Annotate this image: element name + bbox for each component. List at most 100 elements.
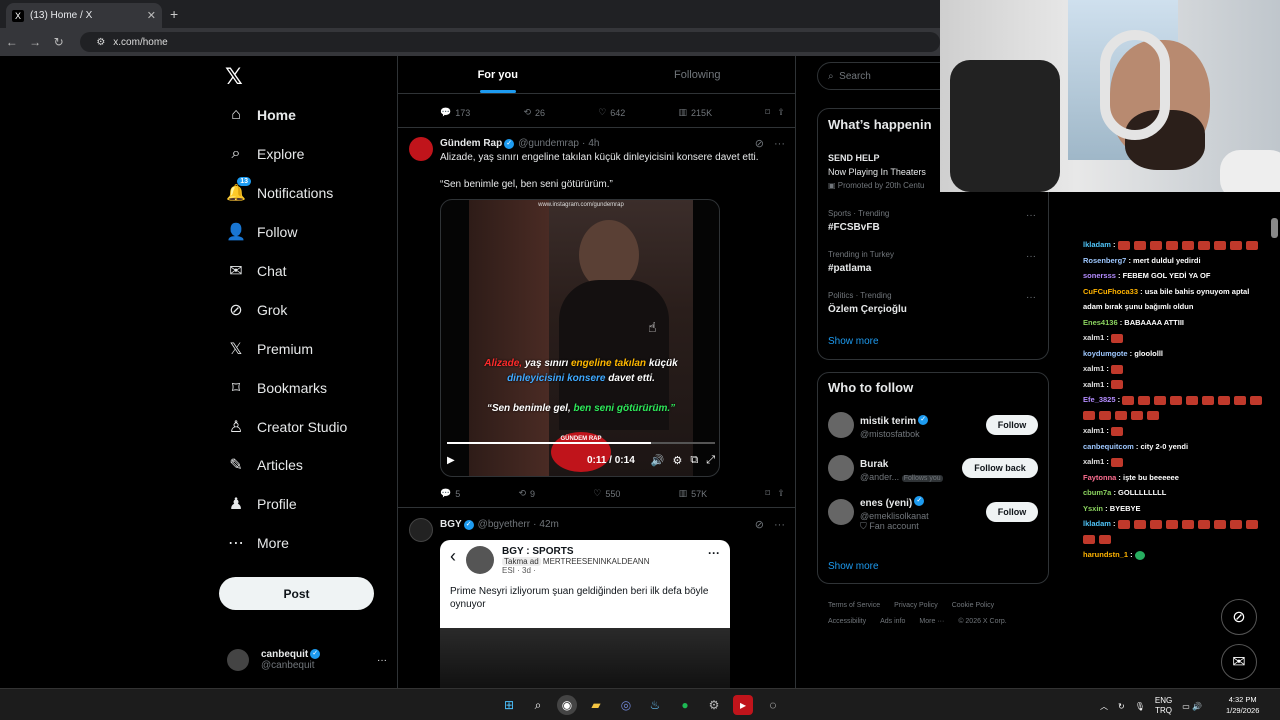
steam-icon[interactable]: ♨ <box>645 695 665 715</box>
footer-link[interactable]: © 2026 X Corp. <box>958 618 1006 625</box>
repost-button[interactable]: ⟲ 9 <box>518 488 535 499</box>
video-player[interactable]: www.instagram.com/gundemrap Alizade, yaş… <box>440 199 720 477</box>
footer-link[interactable]: More ··· <box>919 618 944 625</box>
chat-username[interactable]: CuFCuFhoca33 <box>1083 287 1138 296</box>
chat-username[interactable]: harundstn_1 <box>1083 550 1128 559</box>
start-icon[interactable]: ⊞ <box>499 695 519 715</box>
sidebar-item-notifications[interactable]: 🔔 13 Notifications <box>225 177 333 204</box>
trend-more-icon[interactable]: ··· <box>1026 210 1036 221</box>
search-icon[interactable]: ⌕ <box>528 695 548 715</box>
fullscreen-icon[interactable]: ⤢ <box>706 454 715 467</box>
views-button[interactable]: ▥ 215K <box>679 107 713 118</box>
account-more-icon[interactable]: ··· <box>377 655 387 666</box>
bookmark-icon[interactable]: ⌑ ⇪ <box>765 488 785 499</box>
trend-item[interactable]: Trending in Turkey #patlama <box>828 250 894 274</box>
sidebar-item-chat[interactable]: ✉ Chat <box>225 260 286 282</box>
x-logo-icon[interactable]: 𝕏 <box>225 64 243 90</box>
tab-for-you[interactable]: For you <box>398 56 598 93</box>
like-button[interactable]: ♡ 550 <box>593 488 620 499</box>
chat-username[interactable]: Enes4136 <box>1083 318 1118 327</box>
chat-username[interactable]: xalm1 <box>1083 426 1104 435</box>
chat-username[interactable]: Rosenberg7 <box>1083 256 1126 265</box>
tab-following[interactable]: Following <box>598 56 796 93</box>
chat-scrollbar[interactable] <box>1271 218 1278 238</box>
site-info-icon[interactable]: ⚙ <box>96 37 105 48</box>
tray-app-icon[interactable]: ↻ <box>1118 702 1125 711</box>
settings-icon[interactable]: ⚙ <box>704 695 724 715</box>
chat-username[interactable]: xalm1 <box>1083 457 1104 466</box>
footer-link[interactable]: Cookie Policy <box>952 602 994 609</box>
sidebar-item-follow[interactable]: 👤 Follow <box>225 221 297 243</box>
chat-username[interactable]: Ysxin <box>1083 504 1103 513</box>
tray-chevron-icon[interactable]: ︿ <box>1100 701 1108 712</box>
sidebar-item-more[interactable]: ⋯ More <box>225 532 289 554</box>
chat-username[interactable]: lkladam <box>1083 519 1111 528</box>
grok-floating-button[interactable]: ⊘ <box>1221 599 1257 635</box>
repost-button[interactable]: ⟲ 26 <box>523 107 545 118</box>
browser-tab[interactable]: X (13) Home / X ✕ <box>6 3 162 28</box>
show-more-link[interactable]: Show more <box>828 561 879 572</box>
app-icon[interactable]: ◌ <box>763 695 783 715</box>
chat-username[interactable]: canbequitcom <box>1083 442 1134 451</box>
more-icon[interactable]: ··· <box>774 519 785 531</box>
like-button[interactable]: ♡ 642 <box>598 107 625 118</box>
trend-more-icon[interactable]: ··· <box>1026 251 1036 262</box>
sidebar-item-grok[interactable]: ⊘ Grok <box>225 299 287 321</box>
avatar[interactable] <box>409 137 433 161</box>
chat-username[interactable]: xalm1 <box>1083 380 1104 389</box>
bookmark-icon[interactable]: ⌑ ⇪ <box>765 107 785 118</box>
promoted-trend[interactable]: SEND HELP Now Playing In Theaters ▣ Prom… <box>828 151 926 193</box>
chrome-icon[interactable]: ◉ <box>557 695 577 715</box>
play-icon[interactable]: ▶ <box>447 455 455 466</box>
follow-button[interactable]: Follow back <box>962 458 1038 478</box>
messages-floating-button[interactable]: ✉ <box>1221 644 1257 680</box>
trend-item[interactable]: Politics · Trending Özlem Çerçioğlu <box>828 291 907 315</box>
account-switcher[interactable]: canbequit ✓ @canbequit ··· <box>227 643 387 677</box>
tweet-time[interactable]: 4h <box>588 138 599 149</box>
language-indicator[interactable]: ENG TRQ <box>1155 696 1172 716</box>
post-button[interactable]: Post <box>219 577 374 610</box>
clock[interactable]: 4:32 PM 1/29/2026 <box>1226 694 1259 716</box>
reply-button[interactable]: 💬 5 <box>440 488 460 499</box>
tweet-author-name[interactable]: BGY <box>440 519 462 530</box>
forward-icon[interactable]: → <box>23 35 46 49</box>
pip-icon[interactable]: ⧉ <box>690 454 698 467</box>
app-icon[interactable]: ▸ <box>733 695 753 715</box>
trend-more-icon[interactable]: ··· <box>1026 292 1036 303</box>
trend-item[interactable]: Sports · Trending #FCSBvFB <box>828 209 889 233</box>
sidebar-item-premium[interactable]: 𝕏 Premium <box>225 338 313 360</box>
microphone-icon[interactable]: 🎙 <box>1135 702 1145 711</box>
chat-username[interactable]: Efe_3825 <box>1083 395 1116 404</box>
spotify-icon[interactable]: ● <box>675 695 695 715</box>
follow-button[interactable]: Follow <box>986 415 1038 435</box>
url-field[interactable]: ⚙ x.com/home <box>80 32 940 52</box>
sidebar-item-explore[interactable]: ⌕ Explore <box>225 143 305 165</box>
footer-link[interactable]: Accessibility <box>828 618 866 625</box>
sidebar-item-profile[interactable]: ♟ Profile <box>225 493 297 515</box>
chat-username[interactable]: lkladam <box>1083 240 1111 249</box>
reply-button[interactable]: 💬 173 <box>440 107 470 118</box>
follow-button[interactable]: Follow <box>986 502 1038 522</box>
grok-icon[interactable]: ⊘ <box>755 137 764 150</box>
sidebar-item-bookmarks[interactable]: ⌑ Bookmarks <box>225 377 327 399</box>
network-icon[interactable]: ▭ 🔊 <box>1182 702 1202 711</box>
chat-username[interactable]: Faytonna <box>1083 473 1116 482</box>
chat-username[interactable]: sonersss <box>1083 271 1116 280</box>
chat-username[interactable]: xalm1 <box>1083 364 1104 373</box>
sidebar-item-home[interactable]: ⌂ Home <box>225 104 296 126</box>
file-explorer-icon[interactable]: ▰ <box>586 695 606 715</box>
sidebar-item-creator-studio[interactable]: ♙ Creator Studio <box>225 416 347 438</box>
new-tab-icon[interactable]: + <box>170 6 178 22</box>
tweet-time[interactable]: 42m <box>539 519 558 530</box>
video-progress-bar[interactable] <box>447 442 715 444</box>
footer-link[interactable]: Terms of Service <box>828 602 880 609</box>
chat-username[interactable]: cbum7a <box>1083 488 1111 497</box>
back-icon[interactable]: ← <box>0 35 23 49</box>
tweet-author-handle[interactable]: @bgyetherr <box>478 519 530 530</box>
search-input[interactable]: ⌕ Search <box>817 62 957 90</box>
avatar[interactable] <box>409 518 433 542</box>
views-button[interactable]: ▥ 57K <box>679 488 708 499</box>
grok-icon[interactable]: ⊘ <box>755 518 764 531</box>
volume-icon[interactable]: 🔊 <box>651 454 665 467</box>
discord-icon[interactable]: ◎ <box>616 695 636 715</box>
